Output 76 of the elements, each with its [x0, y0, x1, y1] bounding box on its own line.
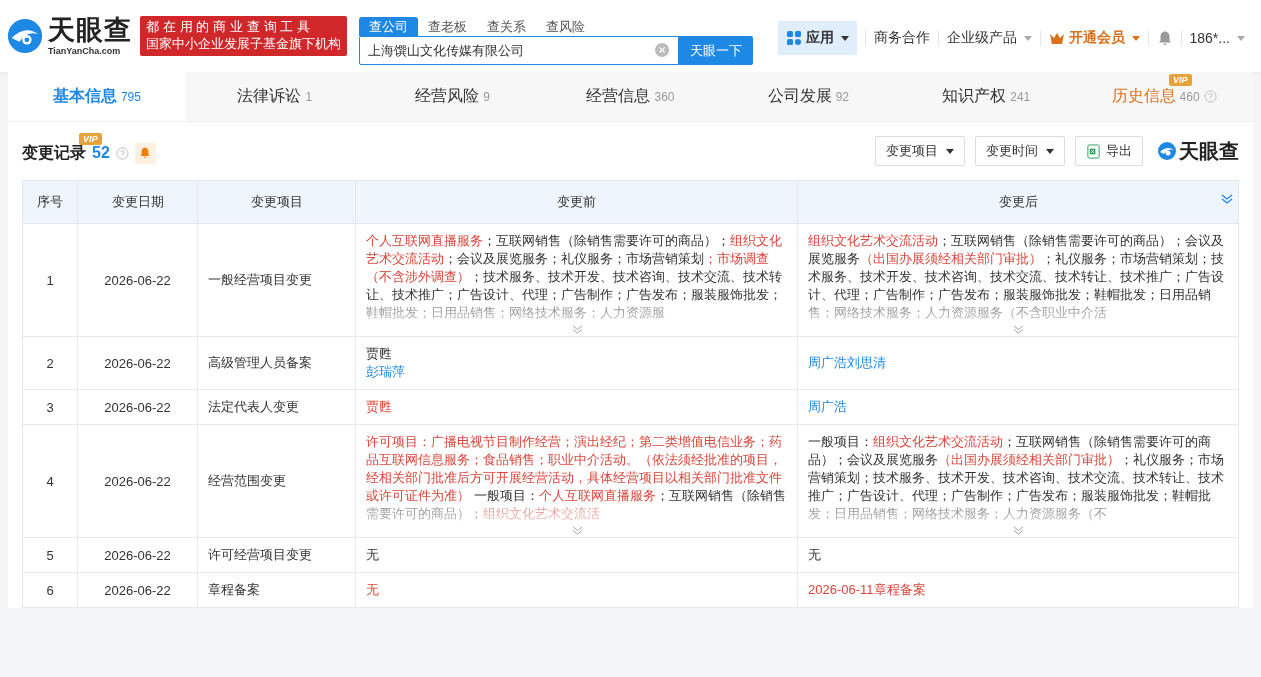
nav-link[interactable]: 商务合作: [873, 29, 930, 47]
nav-link[interactable]: 186*...: [1189, 30, 1245, 46]
table-cell: 6: [22, 572, 78, 608]
help-icon[interactable]: [115, 146, 129, 160]
filter-dropdown[interactable]: 变更项目: [875, 136, 965, 166]
filter-dropdown[interactable]: 变更时间: [975, 136, 1065, 166]
search-button[interactable]: 天眼一下: [679, 36, 753, 65]
vip-badge: VIP: [79, 132, 102, 145]
column-header: 变更前: [355, 180, 798, 224]
column-header: 变更项目: [197, 180, 356, 224]
bell-icon[interactable]: [1156, 29, 1173, 47]
search-field[interactable]: 上海馔山文化传媒有限公司: [359, 36, 679, 65]
vip-badge: VIP: [1169, 74, 1192, 86]
table-cell: 许可经营项目变更: [197, 537, 356, 573]
change-text: 无: [366, 581, 380, 599]
change-text: 无: [808, 546, 822, 564]
apps-menu[interactable]: 应用: [777, 21, 857, 55]
table-cell: 2026-06-22: [77, 537, 198, 573]
table-cell: 2026-06-22: [77, 336, 198, 390]
table-cell: 高级管理人员备案: [197, 336, 356, 390]
brand-wordmark: 天眼查: [1179, 138, 1239, 164]
change-text: 无: [366, 546, 380, 564]
table-cell: 2026-06-22: [77, 424, 198, 538]
table-cell: 4: [22, 424, 78, 538]
section-title: 变更记录: [22, 142, 86, 163]
expand-all-icon[interactable]: [1221, 194, 1233, 204]
table-cell: 法定代表人变更: [197, 389, 356, 425]
expand-icon[interactable]: [1013, 325, 1024, 334]
subscribe-bell-button[interactable]: [134, 142, 156, 164]
change-text: 许可项目：广播电视节目制作经营；演出经纪；第二类增值电信业务；药品互联网信息服务；食品销售；职业中介活动。（依法须经批准的项目，经相关部门批准后方可开展经营活动，具体经营项目以相关部门批准文件或许可证件为准） 一般项目：个人互联网直播服务；互联网销售（除销售需要许可的商品）；组织文化艺术交流活: [366, 433, 787, 523]
logo-domain: TianYanCha.com: [48, 46, 122, 56]
search-tab[interactable]: 查公司: [359, 17, 418, 36]
section-tab[interactable]: 经营信息 360: [541, 72, 720, 121]
section-tab[interactable]: 公司发展 92: [719, 72, 898, 121]
table-cell: 3: [22, 389, 78, 425]
slogan-banner: 都在用的商业查询工具 国家中小企业发展子基金旗下机构: [140, 16, 347, 56]
eye-logo-icon: [1157, 141, 1177, 161]
section-tab[interactable]: 知识产权 241: [897, 72, 1076, 121]
table-cell: 经营范围变更: [197, 424, 356, 538]
column-header: 变更后: [797, 180, 1239, 224]
change-text: 2026-06-11章程备案: [808, 581, 927, 599]
search-tab[interactable]: 查老板: [418, 17, 477, 36]
column-header: 序号: [22, 180, 78, 224]
expand-icon[interactable]: [571, 526, 583, 535]
expand-icon[interactable]: [571, 325, 583, 334]
person-link[interactable]: 彭瑞萍: [366, 363, 787, 381]
eye-logo-icon: [6, 17, 44, 55]
search-tab[interactable]: 查关系: [477, 17, 536, 36]
table-cell: 1: [22, 223, 78, 337]
search-tab[interactable]: 查风险: [536, 17, 595, 36]
section-tab[interactable]: 经营风险 9: [363, 72, 542, 121]
nav-link[interactable]: 企业级产品: [946, 29, 1032, 47]
export-button[interactable]: 导出: [1075, 136, 1143, 166]
spreadsheet-icon: [1086, 143, 1101, 159]
change-text: 贾甦: [366, 398, 393, 416]
column-header: 变更日期: [77, 180, 198, 224]
logo-wordmark: 天眼查: [48, 16, 132, 44]
expand-icon[interactable]: [1013, 526, 1024, 535]
help-icon[interactable]: [1203, 90, 1217, 103]
section-tab[interactable]: 基本信息 795: [8, 72, 186, 121]
table-cell: 5: [22, 537, 78, 573]
change-text: 组织文化艺术交流活动；互联网销售（除销售需要许可的商品）；会议及展览服务（出国办展须经相关部门审批）；礼仪服务；市场营销策划；技术服务、技术开发、技术咨询、技术交流、技术转让、技术推广；广告设计、代理；广告制作；广告发布；服装服饰批发；鞋帽批发；日用品销售；网络技术服务；人力资源服务（不含职业中介活: [808, 232, 1225, 322]
bell-icon: [139, 147, 152, 159]
change-text: 个人互联网直播服务；互联网销售（除销售需要许可的商品）；组织文化艺术交流活动；会议及展览服务；礼仪服务；市场营销策划；市场调查（不含涉外调查）；技术服务、技术开发、技术咨询、技术交流、技术转让、技术推广；广告设计、代理；广告制作；广告发布；服装服饰批发；鞋帽批发；日用品销售；网络技术服务；人力资源服: [366, 232, 783, 322]
clear-icon[interactable]: [655, 43, 669, 57]
record-count: 52: [92, 144, 110, 162]
table-cell: 2026-06-22: [77, 389, 198, 425]
table-cell: 2026-06-22: [77, 223, 198, 337]
table-cell: 2: [22, 336, 78, 390]
section-tab[interactable]: 法律诉讼 1: [185, 72, 364, 121]
table-cell: 2026-06-22: [77, 572, 198, 608]
table-cell: 一般经营项目变更: [197, 223, 356, 337]
table-cell: 章程备案: [197, 572, 356, 608]
change-text: 贾甦: [366, 345, 393, 363]
apps-icon: [785, 30, 802, 46]
change-text: 一般项目：组织文化艺术交流活动；互联网销售（除销售需要许可的商品）；会议及展览服务（出国办展须经相关部门审批）；礼仪服务；市场营销策划；技术服务、技术开发、技术咨询、技术交流、技术转让、技术推广；广告设计、代理；广告制作；广告发布；服装服饰批发；鞋帽批发；日用品销售；网络技术服务；人力资源服务（不: [808, 433, 1225, 523]
